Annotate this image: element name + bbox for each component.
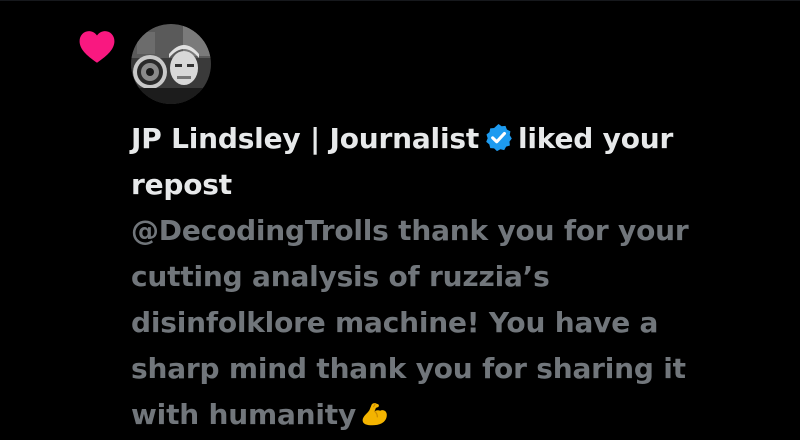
post-text-content: @DecodingTrolls thank you for your cutti…	[131, 214, 689, 431]
divider	[0, 0, 800, 1]
verified-badge-icon	[486, 123, 512, 152]
flexed-biceps-icon	[362, 402, 387, 426]
post-text: @DecodingTrolls thank you for your cutti…	[131, 208, 751, 438]
notification-headline: JP Lindsley | Journalist liked your repo…	[131, 116, 751, 208]
notification-content: JP Lindsley | Journalist liked your repo…	[131, 116, 751, 438]
actor-name[interactable]: JP Lindsley | Journalist	[131, 122, 479, 155]
avatar[interactable]	[131, 24, 211, 104]
profile-photo	[131, 24, 211, 104]
heart-icon	[79, 31, 115, 63]
like-notification[interactable]: JP Lindsley | Journalist liked your repo…	[0, 0, 800, 440]
